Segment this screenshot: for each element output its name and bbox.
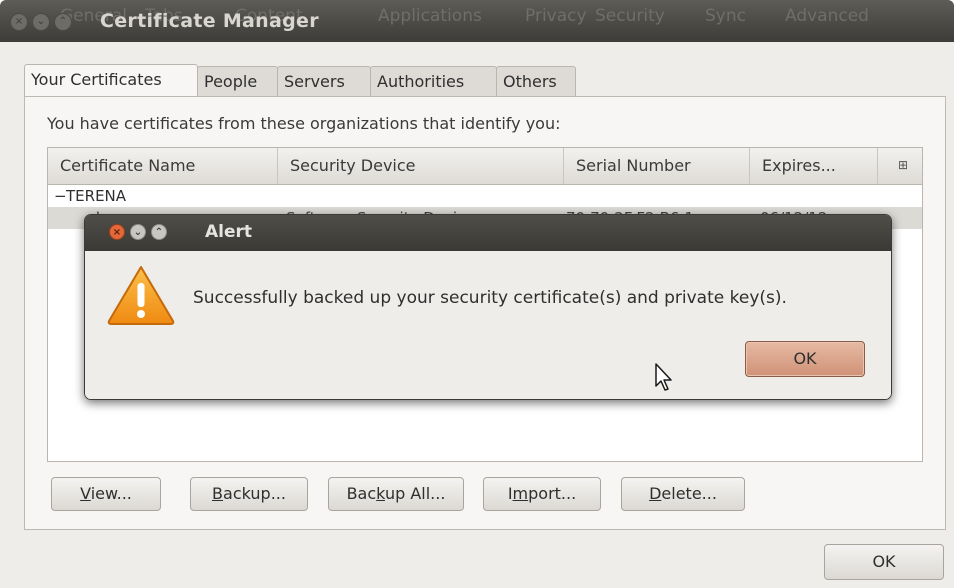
column-header-expires[interactable]: Expires... [750, 148, 878, 184]
alert-title: Alert [205, 222, 253, 242]
view-button[interactable]: View... [51, 477, 161, 511]
column-header-certificate-name[interactable]: Certificate Name [48, 148, 278, 184]
ok-button[interactable]: OK [824, 544, 944, 580]
alert-minimize-icon[interactable]: ⌄ [130, 224, 146, 240]
delete-button[interactable]: Delete... [621, 477, 745, 511]
import-button[interactable]: Import... [483, 477, 601, 511]
tree-group-row[interactable]: − TERENA [48, 185, 922, 207]
window-titlebar: General Tabs Content Applications Privac… [0, 0, 954, 42]
tab-others[interactable]: Others [496, 66, 576, 96]
tab-authorities[interactable]: Authorities [370, 66, 497, 96]
alert-close-icon[interactable]: × [109, 224, 125, 240]
alert-body: Successfully backed up your security cer… [85, 251, 891, 399]
tab-servers[interactable]: Servers [277, 66, 371, 96]
tab-people[interactable]: People [197, 66, 278, 96]
warning-icon [107, 266, 175, 325]
alert-message: Successfully backed up your security cer… [193, 288, 787, 308]
mouse-cursor-icon [655, 363, 672, 391]
intro-text: You have certificates from these organiz… [47, 114, 561, 133]
minimize-icon[interactable]: ⌄ [32, 13, 50, 31]
column-picker-icon[interactable]: ⊞ [898, 158, 912, 172]
alert-dialog: × ⌄ ⌃ Alert Successfully backed up your … [84, 214, 892, 400]
ghost-menu-item: Sync [705, 6, 746, 26]
ghost-menu-item: Advanced [785, 6, 869, 26]
window-title: Certificate Manager [100, 10, 319, 32]
backup-all-button[interactable]: Backup All... [328, 477, 464, 511]
alert-titlebar: × ⌄ ⌃ Alert [85, 215, 891, 251]
backup-button[interactable]: Backup... [190, 477, 308, 511]
column-header-serial-number[interactable]: Serial Number [564, 148, 750, 184]
collapse-icon[interactable]: − [54, 185, 67, 207]
ghost-menu-item: Privacy [525, 6, 587, 26]
close-icon[interactable]: × [10, 13, 28, 31]
column-header-security-device[interactable]: Security Device [278, 148, 564, 184]
alert-ok-button[interactable]: OK [745, 341, 865, 377]
alert-maximize-icon[interactable]: ⌃ [151, 224, 167, 240]
tab-your-certificates[interactable]: Your Certificates [24, 64, 198, 96]
maximize-icon[interactable]: ⌃ [54, 13, 72, 31]
table-header: Certificate Name Security Device Serial … [48, 148, 922, 185]
group-label: TERENA [66, 187, 127, 205]
ghost-menu-item: Security [595, 6, 665, 26]
ghost-menu-item: Applications [378, 6, 482, 26]
window-controls: × ⌄ ⌃ [10, 13, 90, 31]
